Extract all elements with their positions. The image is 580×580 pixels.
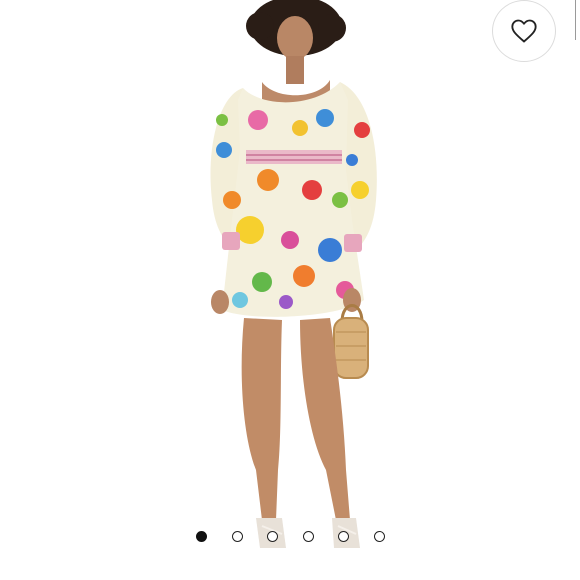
carousel-dot-1[interactable]: [196, 531, 207, 542]
carousel-dot-3[interactable]: [267, 531, 278, 542]
carousel-dot-2[interactable]: [231, 531, 243, 542]
scrollbar-edge: [575, 0, 576, 40]
like-button[interactable]: [492, 0, 556, 62]
carousel-dot-6[interactable]: [373, 531, 385, 542]
heart-outline-icon: [511, 19, 537, 43]
carousel-dot-5[interactable]: [338, 531, 349, 542]
carousel-dot-4[interactable]: [302, 531, 314, 542]
product-image-viewer: [0, 0, 580, 580]
carousel-indicators: [0, 531, 580, 545]
product-photo[interactable]: [0, 0, 580, 580]
